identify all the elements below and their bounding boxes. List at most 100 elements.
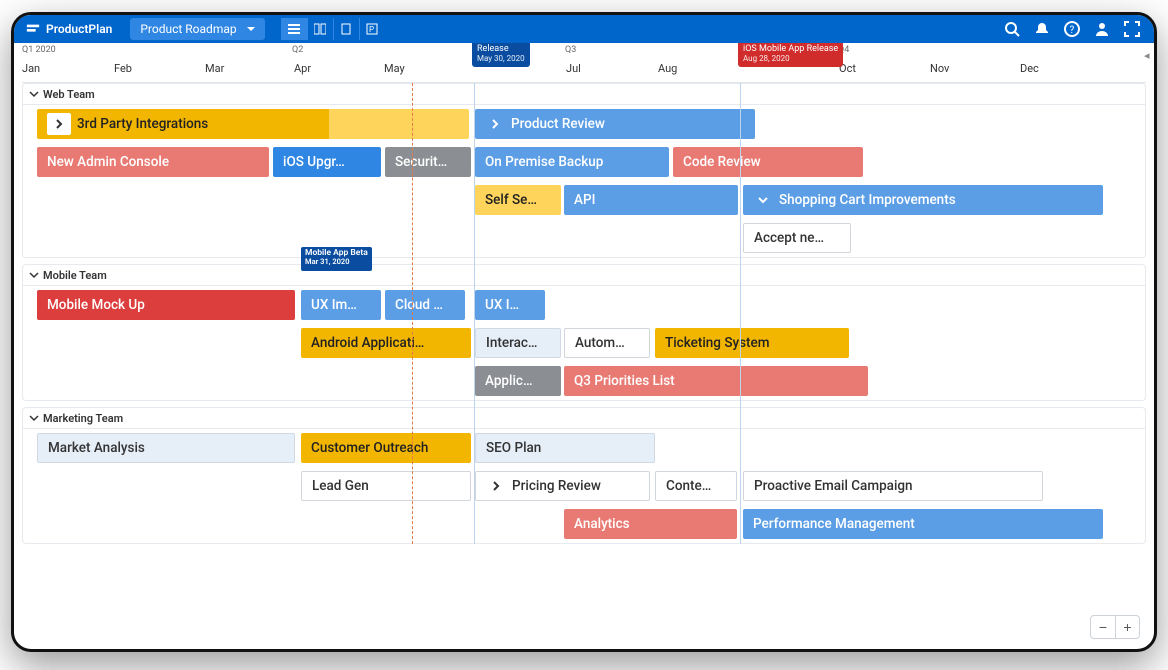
roadmap-bar[interactable]: Conte…: [655, 471, 737, 501]
roadmap-bar[interactable]: Mobile Mock Up: [37, 290, 295, 320]
lane-row: 3rd Party Integrations Product Review: [23, 105, 1145, 143]
roadmap-bar[interactable]: Cloud …: [385, 290, 465, 320]
bell-icon[interactable]: [1034, 21, 1050, 37]
board-view-button[interactable]: [307, 18, 333, 40]
roadmap-bar[interactable]: Q3 Priorities List: [564, 366, 868, 396]
lane-header[interactable]: Marketing Team: [22, 407, 1146, 429]
bar-label: Code Review: [683, 154, 761, 170]
milestone-flag[interactable]: iOS Mobile App ReleaseAug 28, 2020: [738, 43, 843, 67]
bar-label: Performance Management: [753, 516, 915, 532]
month-label: Dec: [1020, 62, 1039, 75]
zoom-in-button[interactable]: +: [1115, 616, 1139, 638]
lane-row: Market Analysis Customer Outreach SEO Plan: [23, 429, 1145, 467]
bar-label: UX I…: [485, 297, 519, 313]
roadmap-bar[interactable]: Self Se…: [475, 185, 561, 215]
caret-down-icon: [247, 25, 255, 33]
roadmap-bar[interactable]: Performance Management: [743, 509, 1103, 539]
bar-label: Q3 Priorities List: [574, 373, 675, 389]
bar-label: Customer Outreach: [311, 440, 428, 456]
roadmap-selector[interactable]: Product Roadmap: [130, 18, 264, 40]
roadmap-bar[interactable]: API: [564, 185, 738, 215]
top-toolbar: ProductPlan Product Roadmap P ?: [14, 15, 1154, 43]
user-icon[interactable]: [1094, 21, 1110, 37]
svg-text:?: ?: [1070, 25, 1075, 36]
bar-label: SEO Plan: [486, 440, 541, 456]
milestone-flag[interactable]: ReleaseMay 30, 2020: [472, 43, 530, 67]
bar-label: Mobile Mock Up: [47, 297, 145, 313]
roadmap-bar[interactable]: SEO Plan: [475, 433, 655, 463]
lane-header[interactable]: Web Team: [22, 83, 1146, 105]
bar-label: Autom…: [575, 335, 625, 351]
list-view-button[interactable]: [281, 18, 307, 40]
zoom-out-button[interactable]: −: [1091, 616, 1115, 638]
clipboard-button[interactable]: [333, 18, 359, 40]
lane-body: Market Analysis Customer Outreach SEO Plan…: [22, 429, 1146, 544]
roadmap-bar[interactable]: New Admin Console: [37, 147, 269, 177]
quarter-label: Q3: [565, 45, 576, 55]
roadmap-bar[interactable]: Pricing Review: [475, 471, 650, 501]
month-label: May: [384, 62, 405, 75]
roadmap-bar[interactable]: UX I…: [475, 290, 545, 320]
roadmap-bar[interactable]: iOS Upgr…: [273, 147, 381, 177]
fullscreen-icon[interactable]: [1124, 21, 1140, 37]
search-icon[interactable]: [1004, 21, 1020, 37]
lane-body: 3rd Party Integrations Product Review New …: [22, 105, 1146, 258]
roadmap-bar[interactable]: Customer Outreach: [301, 433, 471, 463]
chevron-down-icon: [29, 89, 39, 99]
lane-row: Applic… Q3 Priorities List: [23, 362, 1145, 400]
roadmap-selector-label: Product Roadmap: [140, 22, 236, 36]
milestone-pill[interactable]: Mobile App BetaMar 31, 2020: [301, 247, 372, 271]
brand[interactable]: ProductPlan: [14, 22, 124, 36]
bar-label: Applic…: [485, 373, 533, 389]
logo-icon: [26, 22, 40, 36]
bar-label: Market Analysis: [48, 440, 145, 456]
month-label: Nov: [930, 62, 949, 75]
roadmap-bar[interactable]: Shopping Cart Improvements: [743, 185, 1103, 215]
roadmap-bar[interactable]: 3rd Party Integrations: [37, 109, 469, 139]
bar-label: Accept ne…: [754, 230, 824, 246]
roadmap-bar[interactable]: On Premise Backup: [475, 147, 669, 177]
brand-label: ProductPlan: [46, 22, 112, 36]
bar-label: Self Se…: [485, 192, 537, 208]
bar-label: API: [574, 192, 595, 208]
roadmap-bar[interactable]: Applic…: [475, 366, 561, 396]
chevron-right-icon: [486, 476, 506, 496]
bar-label: New Admin Console: [47, 154, 169, 170]
svg-text:P: P: [369, 25, 374, 34]
lane-title: Mobile Team: [43, 269, 107, 282]
roadmap-bar[interactable]: Market Analysis: [37, 433, 295, 463]
view-toggle-group: P: [281, 18, 385, 40]
bar-label: Interac…: [486, 335, 537, 351]
roadmap-bar[interactable]: Proactive Email Campaign: [743, 471, 1043, 501]
help-icon[interactable]: ?: [1064, 21, 1080, 37]
month-label: Jan: [22, 62, 40, 75]
bar-label: Securit…: [395, 154, 447, 170]
roadmap-bar[interactable]: Android Applicati…: [301, 328, 471, 358]
roadmap-bar[interactable]: UX Im…: [301, 290, 381, 320]
roadmap-bar[interactable]: Ticketing System: [655, 328, 849, 358]
bar-label: Android Applicati…: [311, 335, 424, 351]
chevron-down-icon: [753, 190, 773, 210]
parking-lot-button[interactable]: P: [359, 18, 385, 40]
roadmap-bar[interactable]: Accept ne…: [743, 223, 851, 253]
month-label: Mar: [205, 62, 224, 75]
roadmap-bar[interactable]: Autom…: [564, 328, 650, 358]
bar-label: Cloud …: [395, 297, 443, 313]
bar-label: 3rd Party Integrations: [77, 116, 208, 132]
quarter-label: Q2: [292, 45, 303, 55]
roadmap-bar[interactable]: Product Review: [475, 109, 755, 139]
month-label: Feb: [114, 62, 132, 75]
roadmap-bar[interactable]: Code Review: [673, 147, 863, 177]
bar-label: Product Review: [511, 116, 605, 132]
lane-header[interactable]: Mobile TeamMobile App BetaMar 31, 2020: [22, 264, 1146, 286]
chevron-right-icon: [485, 114, 505, 134]
bar-label: Pricing Review: [512, 478, 601, 494]
chevron-down-icon: [29, 270, 39, 280]
roadmap-bar[interactable]: Lead Gen: [301, 471, 471, 501]
roadmap-bar[interactable]: Analytics: [564, 509, 737, 539]
bar-label: iOS Upgr…: [283, 154, 345, 170]
roadmap-bar[interactable]: Interac…: [475, 328, 561, 358]
roadmap-bar[interactable]: Securit…: [385, 147, 471, 177]
chevron-right-icon: [47, 113, 71, 135]
zoom-control: − +: [1090, 615, 1140, 639]
